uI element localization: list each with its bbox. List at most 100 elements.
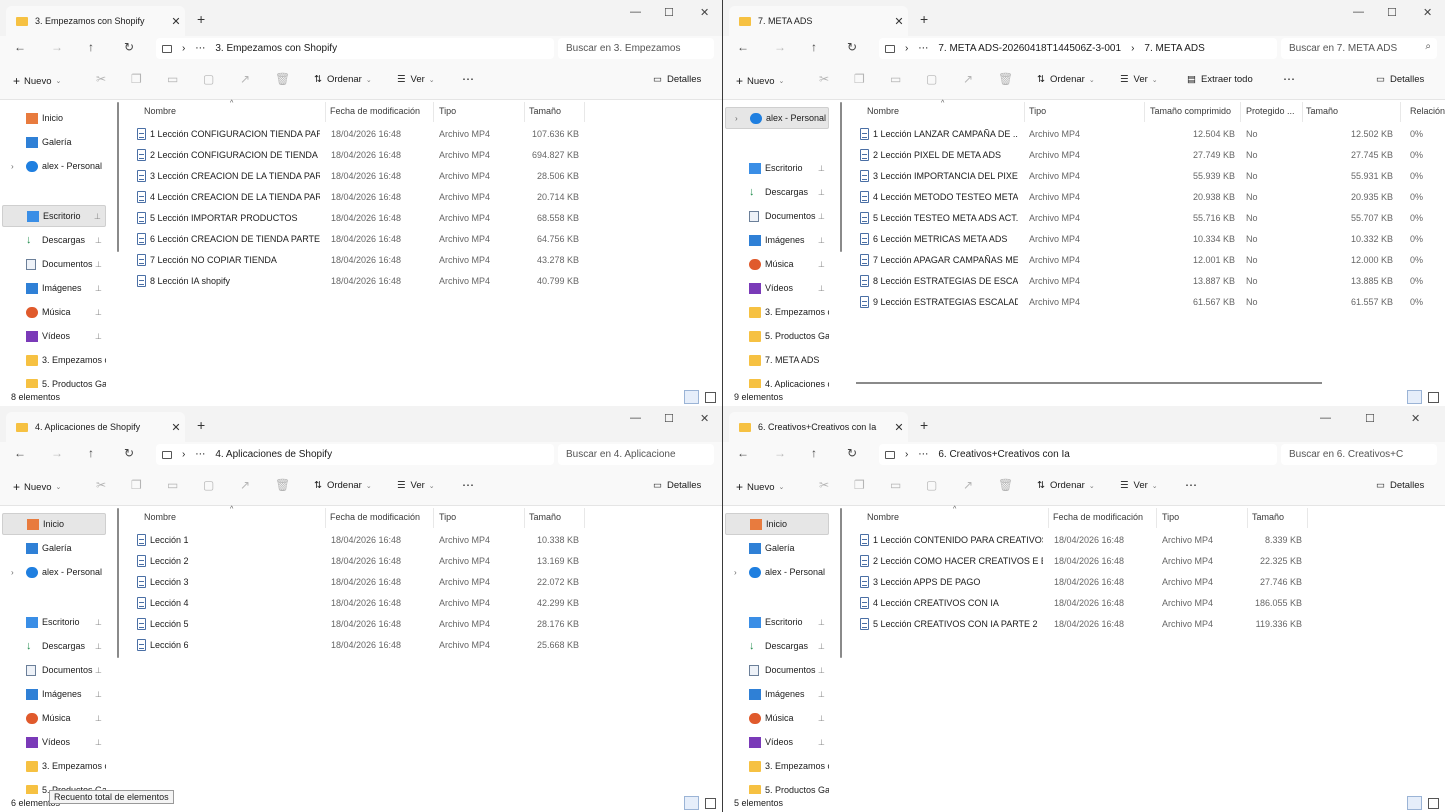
column-header[interactable]: Nombre xyxy=(867,512,899,522)
cut-icon[interactable]: ✂ xyxy=(819,478,829,492)
column-header[interactable]: Fecha de modificación xyxy=(1053,512,1143,522)
copy-icon[interactable]: ❐ xyxy=(854,478,865,492)
cut-icon[interactable]: ✂ xyxy=(819,72,829,86)
sidebar-item[interactable]: Escritorio ⊥ xyxy=(725,157,829,179)
delete-icon[interactable]: 🗑 xyxy=(998,72,1013,86)
details-button[interactable]: ▭ Detalles xyxy=(653,74,701,85)
refresh-icon[interactable]: ↻ xyxy=(124,446,134,460)
column-divider[interactable] xyxy=(1048,508,1049,528)
more-icon[interactable]: ⋯ xyxy=(195,43,205,54)
forward-icon[interactable]: → xyxy=(774,40,786,54)
sidebar-item[interactable]: › alex - Personal xyxy=(725,561,829,583)
sidebar-item[interactable]: Música ⊥ xyxy=(2,707,106,729)
rename-icon[interactable]: ▢ xyxy=(203,72,214,86)
sidebar-item[interactable]: ↓ Descargas ⊥ xyxy=(725,635,829,657)
new-tab-button[interactable]: + xyxy=(197,417,205,433)
sidebar-item[interactable]: Documentos ⊥ xyxy=(2,659,106,681)
column-divider[interactable] xyxy=(584,102,585,122)
details-button[interactable]: ▭ Detalles xyxy=(1376,480,1424,491)
table-row[interactable]: Lección 3 18/04/2026 16:48 Archivo MP4 22.0… xyxy=(120,572,722,593)
column-divider[interactable] xyxy=(1247,508,1248,528)
sidebar-item[interactable]: › alex - Personal xyxy=(2,155,106,177)
column-divider[interactable] xyxy=(1240,102,1241,122)
copy-icon[interactable]: ❐ xyxy=(131,478,142,492)
new-tab-button[interactable]: + xyxy=(197,11,205,27)
tab[interactable]: 3. Empezamos con Shopify ✕ xyxy=(6,6,185,36)
sidebar-item[interactable]: 3. Empezamos c xyxy=(725,755,829,777)
new-button[interactable]: + Nuevo ⌄ xyxy=(736,74,784,88)
delete-icon[interactable]: 🗑 xyxy=(275,72,290,86)
close-tab-icon[interactable]: ✕ xyxy=(167,421,185,434)
sort-button[interactable]: ⇅ Ordenar ⌄ xyxy=(1037,480,1095,491)
sidebar-item[interactable]: 3. Empezamos c xyxy=(2,349,106,371)
refresh-icon[interactable]: ↻ xyxy=(847,446,857,460)
expand-icon[interactable]: › xyxy=(11,162,14,171)
copy-icon[interactable]: ❐ xyxy=(854,72,865,86)
back-icon[interactable]: ← xyxy=(14,40,26,54)
share-icon[interactable]: ↗ xyxy=(963,72,973,86)
table-row[interactable]: 9 Lección ESTRATEGIAS ESCALAD... Archivo … xyxy=(843,292,1445,313)
table-row[interactable]: 7 Lección APAGAR CAMPAÑAS ME... Archivo M… xyxy=(843,250,1445,271)
column-header[interactable]: Relación xyxy=(1410,106,1445,116)
rename-icon[interactable]: ▢ xyxy=(926,72,937,86)
sidebar-item[interactable]: Música ⊥ xyxy=(2,301,106,323)
breadcrumb-item[interactable]: 7. META ADS xyxy=(1144,43,1204,54)
sidebar-item[interactable]: Imágenes ⊥ xyxy=(2,277,106,299)
column-header[interactable]: Tamaño xyxy=(529,512,561,522)
new-tab-button[interactable]: + xyxy=(920,11,928,27)
sidebar-item[interactable]: Vídeos ⊥ xyxy=(2,731,106,753)
up-icon[interactable]: ↑ xyxy=(811,40,817,54)
more-options-icon[interactable]: ⋯ xyxy=(1283,72,1295,86)
close-window-icon[interactable]: ✕ xyxy=(700,6,709,19)
breadcrumb[interactable]: › ⋯ 6. Creativos+Creativos con Ia xyxy=(879,444,1277,465)
large-icons-view-button[interactable] xyxy=(1428,392,1439,403)
column-divider[interactable] xyxy=(1400,102,1401,122)
table-row[interactable]: 3 Lección CREACION DE LA TIENDA PAR... 18… xyxy=(120,166,722,187)
more-icon[interactable]: ⋯ xyxy=(918,43,928,54)
expand-icon[interactable]: › xyxy=(734,568,737,577)
refresh-icon[interactable]: ↻ xyxy=(847,40,857,54)
sidebar-item[interactable]: Galería xyxy=(2,131,106,153)
view-button[interactable]: ☰ Ver ⌄ xyxy=(1120,480,1158,491)
sidebar-item[interactable]: › alex - Personal xyxy=(725,107,829,129)
column-header[interactable]: Tipo xyxy=(1029,106,1046,116)
column-divider[interactable] xyxy=(524,508,525,528)
refresh-icon[interactable]: ↻ xyxy=(124,40,134,54)
rename-icon[interactable]: ▢ xyxy=(926,478,937,492)
column-header[interactable]: Tipo xyxy=(1162,512,1179,522)
breadcrumb[interactable]: › ⋯ 4. Aplicaciones de Shopify xyxy=(156,444,554,465)
table-row[interactable]: 1 Lección CONFIGURACION TIENDA PAR... 18/… xyxy=(120,124,722,145)
close-window-icon[interactable]: ✕ xyxy=(700,412,709,425)
minimize-icon[interactable]: — xyxy=(1353,6,1364,18)
new-button[interactable]: + Nuevo ⌄ xyxy=(736,480,784,494)
large-icons-view-button[interactable] xyxy=(705,798,716,809)
back-icon[interactable]: ← xyxy=(737,40,749,54)
table-row[interactable]: Lección 6 18/04/2026 16:48 Archivo MP4 25.6… xyxy=(120,635,722,656)
search-input[interactable]: Buscar en 4. Aplicacione xyxy=(558,444,714,465)
sidebar-item[interactable]: Música ⊥ xyxy=(725,707,829,729)
paste-icon[interactable]: ▭ xyxy=(167,72,178,86)
search-input[interactable]: Buscar en 7. META ADS ⌕ xyxy=(1281,38,1437,59)
close-tab-icon[interactable]: ✕ xyxy=(167,15,185,28)
forward-icon[interactable]: → xyxy=(774,446,786,460)
column-divider[interactable] xyxy=(1302,102,1303,122)
sidebar-item[interactable]: 7. META ADS xyxy=(725,349,829,371)
new-button[interactable]: + Nuevo ⌄ xyxy=(13,74,61,88)
column-divider[interactable] xyxy=(584,508,585,528)
column-divider[interactable] xyxy=(1307,508,1308,528)
column-header[interactable]: Nombre xyxy=(144,512,176,522)
cut-icon[interactable]: ✂ xyxy=(96,72,106,86)
column-divider[interactable] xyxy=(325,508,326,528)
sidebar-item[interactable]: Inicio xyxy=(2,513,106,535)
table-row[interactable]: Lección 2 18/04/2026 16:48 Archivo MP4 13.1… xyxy=(120,551,722,572)
sidebar-item[interactable]: Vídeos ⊥ xyxy=(2,325,106,347)
sidebar-scrollbar[interactable] xyxy=(117,508,119,658)
sidebar-item[interactable]: ↓ Descargas ⊥ xyxy=(2,229,106,251)
minimize-icon[interactable]: — xyxy=(630,6,641,18)
sidebar-item[interactable]: Escritorio ⊥ xyxy=(725,611,829,633)
horizontal-scrollbar[interactable] xyxy=(856,382,1322,384)
sidebar-item[interactable]: 3. Empezamos c xyxy=(2,755,106,777)
column-header[interactable]: Tipo xyxy=(439,512,456,522)
minimize-icon[interactable]: — xyxy=(1320,412,1331,424)
column-divider[interactable] xyxy=(524,102,525,122)
